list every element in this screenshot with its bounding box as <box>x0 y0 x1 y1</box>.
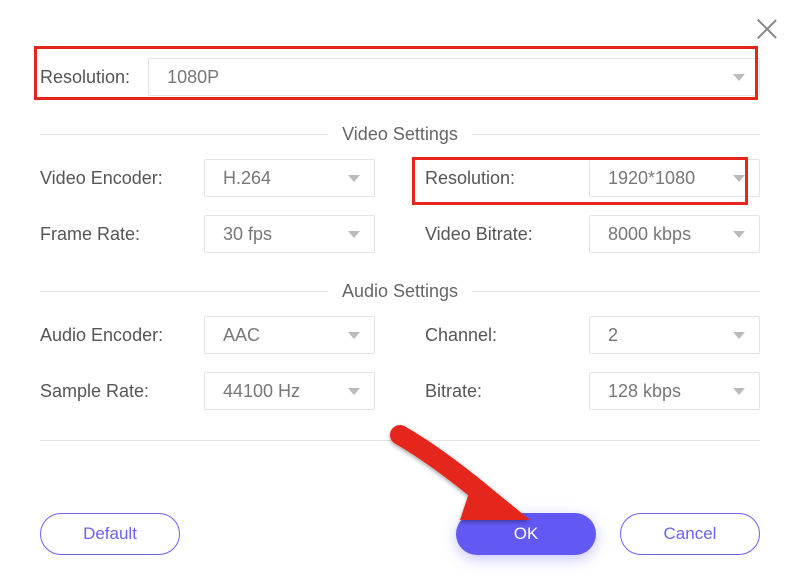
sample-rate-value: 44100 Hz <box>223 381 300 402</box>
video-encoder-value: H.264 <box>223 168 271 189</box>
audio-encoder-select[interactable]: AAC <box>204 316 375 354</box>
audio-bitrate-select[interactable]: 128 kbps <box>589 372 760 410</box>
channel-value: 2 <box>608 325 618 346</box>
audio-bitrate-value: 128 kbps <box>608 381 681 402</box>
ok-button[interactable]: OK <box>456 513 596 555</box>
caret-down-icon <box>733 175 745 182</box>
default-button-label: Default <box>83 524 137 544</box>
video-resolution-select[interactable]: 1920*1080 <box>589 159 760 197</box>
cancel-button-label: Cancel <box>664 524 717 544</box>
video-resolution-label: Resolution: <box>425 168 575 189</box>
caret-down-icon <box>733 74 745 81</box>
close-icon[interactable] <box>752 14 782 44</box>
frame-rate-label: Frame Rate: <box>40 224 190 245</box>
audio-encoder-value: AAC <box>223 325 260 346</box>
caret-down-icon <box>348 231 360 238</box>
top-resolution-value: 1080P <box>167 67 219 88</box>
top-resolution-row: Resolution: 1080P <box>40 58 760 96</box>
video-encoder-field: Video Encoder: H.264 <box>40 159 375 197</box>
frame-rate-field: Frame Rate: 30 fps <box>40 215 375 253</box>
default-button[interactable]: Default <box>40 513 180 555</box>
video-resolution-value: 1920*1080 <box>608 168 695 189</box>
caret-down-icon <box>348 388 360 395</box>
audio-encoder-label: Audio Encoder: <box>40 325 190 346</box>
divider <box>40 440 760 441</box>
video-resolution-field: Resolution: 1920*1080 <box>425 159 760 197</box>
top-resolution-label: Resolution: <box>40 67 130 88</box>
video-settings-label: Video Settings <box>342 124 458 145</box>
video-bitrate-field: Video Bitrate: 8000 kbps <box>425 215 760 253</box>
caret-down-icon <box>348 332 360 339</box>
channel-select[interactable]: 2 <box>589 316 760 354</box>
frame-rate-value: 30 fps <box>223 224 272 245</box>
sample-rate-label: Sample Rate: <box>40 381 190 402</box>
video-settings-grid: Video Encoder: H.264 Resolution: 1920*10… <box>40 159 760 253</box>
video-encoder-select[interactable]: H.264 <box>204 159 375 197</box>
video-bitrate-select[interactable]: 8000 kbps <box>589 215 760 253</box>
audio-bitrate-label: Bitrate: <box>425 381 575 402</box>
channel-field: Channel: 2 <box>425 316 760 354</box>
audio-encoder-field: Audio Encoder: AAC <box>40 316 375 354</box>
caret-down-icon <box>733 231 745 238</box>
cancel-button[interactable]: Cancel <box>620 513 760 555</box>
audio-settings-grid: Audio Encoder: AAC Channel: 2 Sample Rat… <box>40 316 760 410</box>
caret-down-icon <box>733 332 745 339</box>
video-settings-title: Video Settings <box>40 124 760 145</box>
caret-down-icon <box>733 388 745 395</box>
channel-label: Channel: <box>425 325 575 346</box>
caret-down-icon <box>348 175 360 182</box>
sample-rate-select[interactable]: 44100 Hz <box>204 372 375 410</box>
ok-button-label: OK <box>514 524 539 544</box>
video-encoder-label: Video Encoder: <box>40 168 190 189</box>
audio-settings-title: Audio Settings <box>40 281 760 302</box>
sample-rate-field: Sample Rate: 44100 Hz <box>40 372 375 410</box>
frame-rate-select[interactable]: 30 fps <box>204 215 375 253</box>
audio-settings-label: Audio Settings <box>342 281 458 302</box>
audio-bitrate-field: Bitrate: 128 kbps <box>425 372 760 410</box>
top-resolution-select[interactable]: 1080P <box>148 58 760 96</box>
video-bitrate-label: Video Bitrate: <box>425 224 575 245</box>
video-bitrate-value: 8000 kbps <box>608 224 691 245</box>
settings-dialog: Resolution: 1080P Video Settings Video E… <box>0 0 800 585</box>
dialog-buttons: Default OK Cancel <box>40 513 760 555</box>
